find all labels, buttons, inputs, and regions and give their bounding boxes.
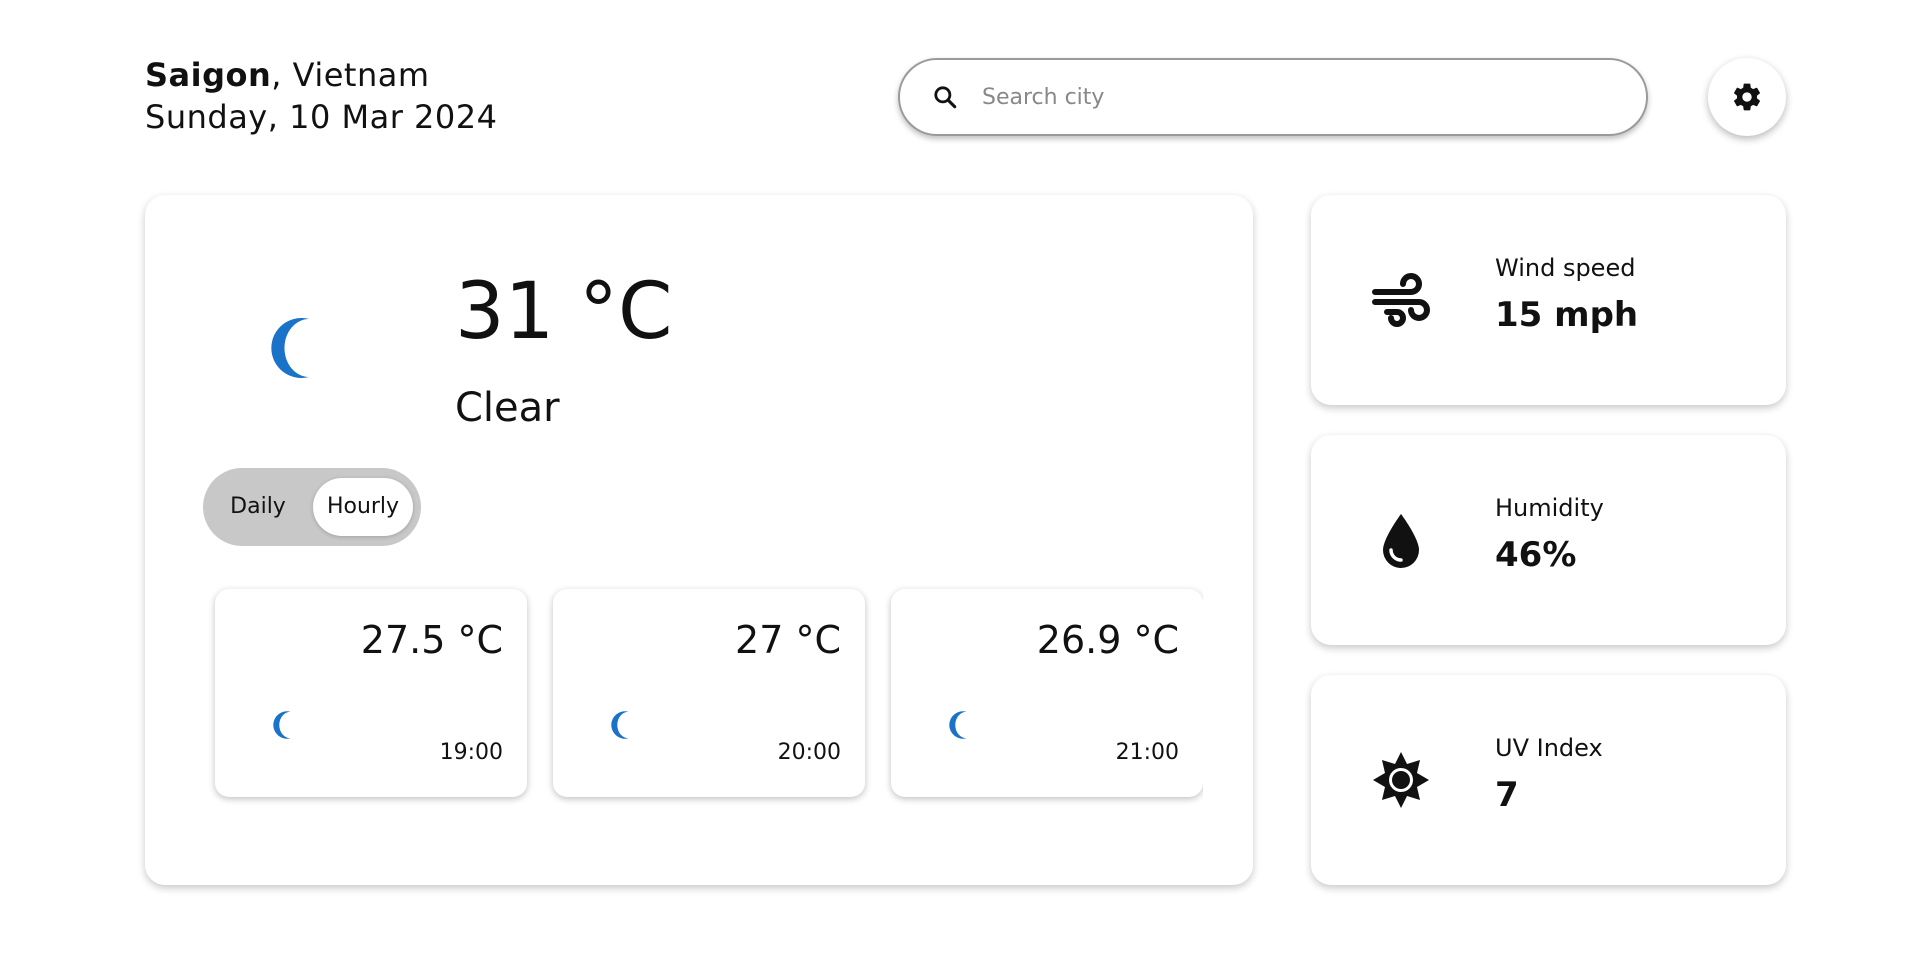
forecast-toggle: Daily Hourly — [203, 468, 421, 546]
stat-label: UV Index — [1495, 734, 1603, 762]
crescent-moon-icon — [949, 711, 967, 739]
crescent-moon-icon — [273, 711, 291, 739]
stat-label: Wind speed — [1495, 254, 1636, 282]
hourly-temperature: 27.5 °C — [360, 618, 503, 662]
current-temperature: 31 °C — [455, 267, 673, 357]
city-name: Saigon — [145, 56, 272, 94]
location-header: Saigon, Vietnam Sunday, 10 Mar 2024 — [145, 54, 497, 138]
hourly-temperature: 27 °C — [735, 618, 841, 662]
hourly-forecast-card[interactable]: 27 °C 20:00 — [553, 589, 865, 797]
sun-icon — [1373, 752, 1429, 808]
stat-value: 46% — [1495, 535, 1577, 575]
current-date: Sunday, 10 Mar 2024 — [145, 98, 498, 136]
wind-speed-card: Wind speed 15 mph — [1311, 195, 1786, 405]
hourly-time: 20:00 — [777, 740, 841, 765]
toggle-daily[interactable]: Daily — [215, 478, 301, 536]
stat-value: 7 — [1495, 775, 1519, 815]
hourly-temperature: 26.9 °C — [1036, 618, 1179, 662]
crescent-moon-icon — [611, 711, 629, 739]
search-input[interactable] — [980, 83, 1584, 111]
current-condition: Clear — [455, 385, 560, 431]
search-bar[interactable] — [898, 58, 1648, 136]
hourly-time: 19:00 — [439, 740, 503, 765]
crescent-moon-icon — [271, 318, 309, 378]
humidity-card: Humidity 46% — [1311, 435, 1786, 645]
current-weather-card: 31 °C Clear Daily Hourly 27.5 °C 19:00 2… — [145, 195, 1253, 885]
settings-button[interactable] — [1708, 58, 1786, 136]
hourly-forecast-card[interactable]: 26.9 °C 21:00 — [891, 589, 1203, 797]
gear-icon — [1734, 83, 1760, 111]
country-name: , Vietnam — [271, 56, 430, 94]
wind-icon — [1372, 273, 1430, 327]
stat-label: Humidity — [1495, 494, 1604, 522]
water-drop-icon — [1383, 514, 1419, 568]
uv-index-card: UV Index 7 — [1311, 675, 1786, 885]
hourly-forecast-list[interactable]: 27.5 °C 19:00 27 °C 20:00 26.9 °C 21:00 — [203, 585, 1203, 815]
hourly-time: 21:00 — [1115, 740, 1179, 765]
toggle-hourly[interactable]: Hourly — [313, 478, 413, 536]
hourly-forecast-card[interactable]: 27.5 °C 19:00 — [215, 589, 527, 797]
search-icon[interactable] — [932, 84, 958, 110]
stat-value: 15 mph — [1495, 295, 1639, 335]
weather-app: Saigon, Vietnam Sunday, 10 Mar 2024 31 °… — [0, 0, 1920, 960]
